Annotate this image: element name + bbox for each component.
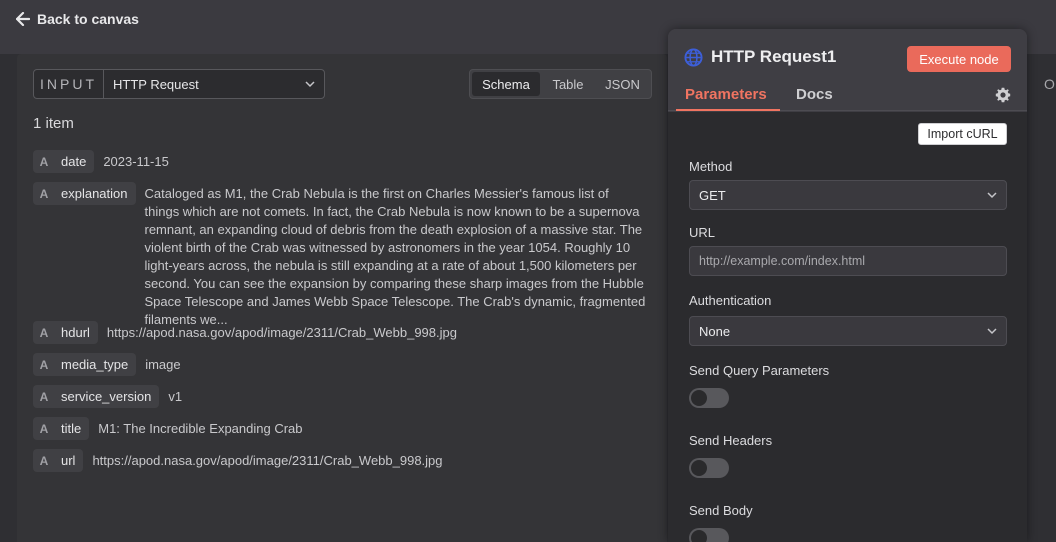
schema-key-pill[interactable]: A hdurl xyxy=(33,321,98,344)
back-to-canvas-link[interactable]: Back to canvas xyxy=(16,9,139,29)
method-select[interactable]: GET xyxy=(689,180,1007,210)
schema-key: url xyxy=(61,453,76,468)
toggle-knob xyxy=(691,390,707,406)
globe-icon xyxy=(684,47,703,67)
schema-row-explanation: A explanation Cataloged as M1, the Crab … xyxy=(33,182,646,329)
arrow-left-icon xyxy=(16,12,30,26)
string-type-icon: A xyxy=(39,421,49,436)
schema-value: M1: The Incredible Expanding Crab xyxy=(98,421,303,436)
string-type-icon: A xyxy=(39,357,49,372)
view-mode-toggle: Schema Table JSON xyxy=(469,69,652,99)
output-panel-label: O xyxy=(1044,76,1055,92)
node-title-wrap: HTTP Request1 xyxy=(684,47,836,67)
schema-key-pill[interactable]: A media_type xyxy=(33,353,137,376)
schema-row-service-version: A service_version v1 xyxy=(33,385,182,408)
toggle-knob xyxy=(691,530,707,542)
schema-value: 2023-11-15 xyxy=(103,154,169,169)
tab-parameters[interactable]: Parameters xyxy=(685,86,767,103)
tab-docs[interactable]: Docs xyxy=(796,86,833,103)
schema-key: hdurl xyxy=(61,325,90,340)
schema-value: https://apod.nasa.gov/apod/image/2311/Cr… xyxy=(106,325,457,340)
schema-key: date xyxy=(61,154,87,169)
string-type-icon: A xyxy=(39,154,49,169)
schema-row-title: A title M1: The Incredible Expanding Cra… xyxy=(33,417,303,440)
back-label: Back to canvas xyxy=(37,11,139,27)
view-schema-button[interactable]: Schema xyxy=(472,72,540,96)
string-type-icon: A xyxy=(39,186,49,201)
execute-node-button[interactable]: Execute node xyxy=(907,46,1011,72)
input-node-selector: INPUT HTTP Request xyxy=(33,69,325,99)
schema-key: title xyxy=(61,421,82,436)
send-headers-label: Send Headers xyxy=(689,433,773,448)
schema-key: service_version xyxy=(61,389,152,404)
schema-value: v1 xyxy=(168,389,183,404)
gear-icon[interactable] xyxy=(995,87,1011,103)
schema-value: https://apod.nasa.gov/apod/image/2311/Cr… xyxy=(92,453,443,468)
authentication-label: Authentication xyxy=(689,293,772,308)
input-node-value: HTTP Request xyxy=(113,76,199,92)
send-body-toggle[interactable] xyxy=(689,528,729,542)
schema-key: explanation xyxy=(61,186,128,201)
input-node-dropdown[interactable]: HTTP Request xyxy=(104,70,324,98)
send-query-label: Send Query Parameters xyxy=(689,363,830,378)
schema-key: media_type xyxy=(61,357,129,372)
schema-value: Cataloged as M1, the Crab Nebula is the … xyxy=(144,186,646,327)
chevron-down-icon xyxy=(987,328,997,335)
string-type-icon: A xyxy=(39,453,49,468)
url-input[interactable]: http://example.com/index.html xyxy=(689,246,1007,276)
method-value: GET xyxy=(699,187,726,203)
send-body-label: Send Body xyxy=(689,503,753,518)
schema-row-media-type: A media_type image xyxy=(33,353,181,376)
url-label: URL xyxy=(689,225,716,240)
active-tab-indicator xyxy=(676,109,780,111)
node-header: HTTP Request1 Execute node Parameters Do… xyxy=(668,29,1027,111)
send-query-toggle[interactable] xyxy=(689,388,729,408)
send-headers-toggle[interactable] xyxy=(689,458,729,478)
schema-key-pill[interactable]: A service_version xyxy=(33,385,160,408)
item-count: 1 item xyxy=(33,115,74,132)
toggle-knob xyxy=(691,460,707,476)
schema-key-pill[interactable]: A title xyxy=(33,417,90,440)
schema-row-url: A url https://apod.nasa.gov/apod/image/2… xyxy=(33,449,443,472)
url-placeholder: http://example.com/index.html xyxy=(699,254,866,268)
node-title[interactable]: HTTP Request1 xyxy=(711,47,836,67)
input-panel: INPUT HTTP Request Schema Table JSON 1 i… xyxy=(17,54,667,542)
authentication-value: None xyxy=(699,323,731,339)
schema-row-date: A date 2023-11-15 xyxy=(33,150,169,173)
view-json-button[interactable]: JSON xyxy=(596,72,649,96)
import-curl-button[interactable]: Import cURL xyxy=(918,123,1007,145)
schema-key-pill[interactable]: A date xyxy=(33,150,95,173)
authentication-select[interactable]: None xyxy=(689,316,1007,346)
input-tag: INPUT xyxy=(34,70,104,98)
schema-row-hdurl: A hdurl https://apod.nasa.gov/apod/image… xyxy=(33,321,457,344)
string-type-icon: A xyxy=(39,325,49,340)
schema-key-pill[interactable]: A url xyxy=(33,449,84,472)
schema-key-pill[interactable]: A explanation xyxy=(33,182,136,205)
chevron-down-icon xyxy=(987,192,997,199)
chevron-down-icon xyxy=(305,81,315,88)
parameters-body: Import cURL Method GET URL http://exampl… xyxy=(668,112,1027,542)
method-label: Method xyxy=(689,159,733,174)
schema-value: image xyxy=(145,357,181,372)
view-table-button[interactable]: Table xyxy=(540,72,596,96)
node-settings-panel: HTTP Request1 Execute node Parameters Do… xyxy=(668,29,1027,542)
string-type-icon: A xyxy=(39,389,49,404)
